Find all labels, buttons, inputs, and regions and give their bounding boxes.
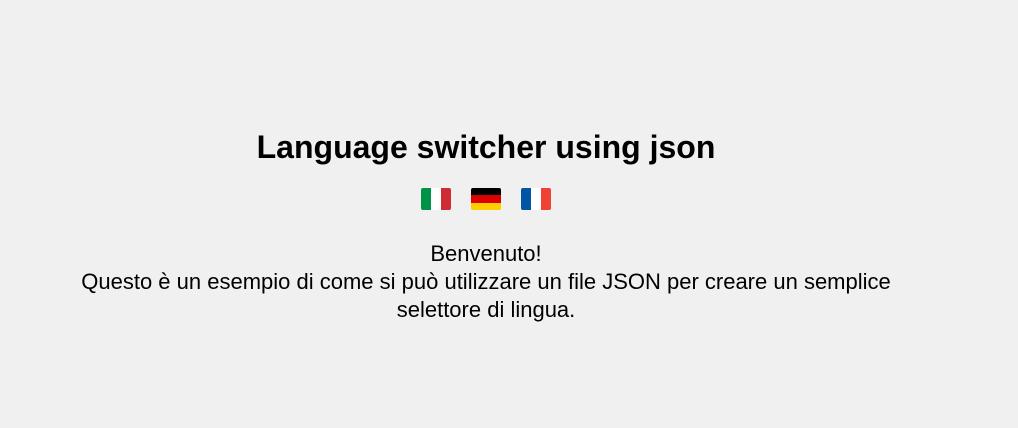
description-text: Questo è un esempio di come si può utili… — [81, 269, 891, 322]
flag-french-button[interactable] — [521, 188, 551, 210]
germany-flag-icon — [471, 188, 501, 196]
language-flags — [0, 188, 972, 212]
italy-flag-icon — [421, 188, 431, 210]
italy-flag-white-band — [431, 188, 441, 210]
france-flag-red-band — [541, 188, 551, 210]
greeting-text: Benvenuto! — [430, 241, 542, 266]
page-title: Language switcher using json — [256, 129, 716, 165]
translated-content: Benvenuto! Questo è un esempio di come s… — [0, 240, 972, 324]
flag-italian-button[interactable] — [421, 188, 451, 210]
france-flag-icon — [521, 188, 531, 210]
france-flag-white-band — [531, 188, 541, 210]
flag-german-button[interactable] — [471, 188, 501, 210]
germany-flag-gold-band — [471, 202, 501, 210]
italy-flag-red-band — [441, 188, 451, 210]
page: Language switcher using json Benvenuto! … — [0, 0, 1018, 428]
main-container: Language switcher using json Benvenuto! … — [0, 126, 972, 324]
germany-flag-red-band — [471, 195, 501, 203]
